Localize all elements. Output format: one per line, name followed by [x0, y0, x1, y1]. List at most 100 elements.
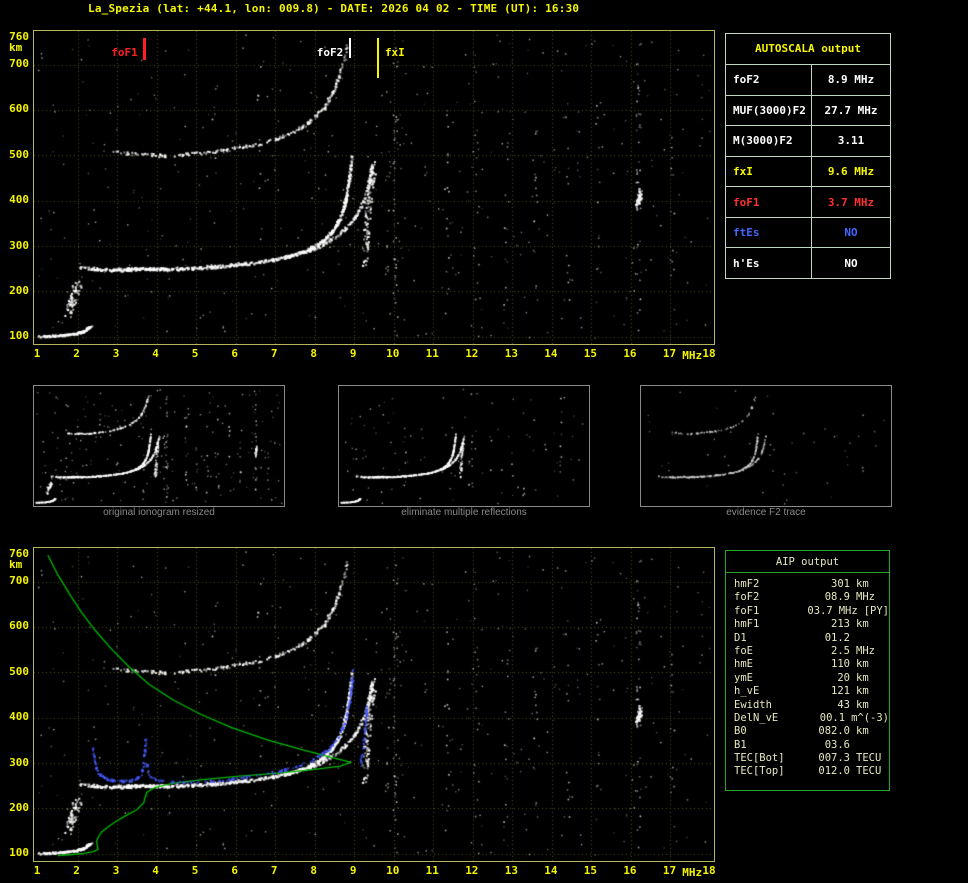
- aip-row-hmE: hmE110km: [734, 658, 889, 671]
- aip-row-hmF2: hmF2301km: [734, 578, 889, 591]
- aip-row-foF1: foF103.7MHz[PY]: [734, 605, 889, 618]
- aip-row-Ewidth: Ewidth43 km: [734, 699, 889, 712]
- aip-row-unit: km: [856, 672, 869, 685]
- x-tick-label: 12: [465, 347, 478, 360]
- x-tick-label: 3: [113, 347, 120, 360]
- autoscala-row-value: NO: [812, 218, 890, 248]
- marker-line-foF1: [143, 38, 146, 60]
- x-tick-label: 15: [584, 347, 597, 360]
- aip-row-unit: km: [856, 658, 869, 671]
- x-tick-label: 16: [623, 347, 636, 360]
- y-tick-label: 760: [9, 30, 29, 43]
- thumbnail-f2-trace: [640, 385, 892, 507]
- aip-row-D1: D101.2: [734, 632, 889, 645]
- aip-row-value: 01.2: [792, 632, 850, 645]
- y-tick-label: 100: [9, 329, 29, 342]
- aip-row-value: 007.3: [792, 752, 850, 765]
- x-tick-label: 9: [350, 347, 357, 360]
- aip-row-label: foF1: [734, 605, 783, 618]
- y-tick-label: 200: [9, 284, 29, 297]
- y-tick-label: 700: [9, 574, 29, 587]
- x-tick-label: 7: [271, 347, 278, 360]
- autoscala-row-value: 27.7 MHz: [812, 96, 890, 126]
- aip-row-value: 08.9: [792, 591, 850, 604]
- autoscala-table-rows: foF28.9 MHzMUF(3000)F227.7 MHzM(3000)F23…: [726, 65, 890, 278]
- station-date-header: La_Spezia (lat: +44.1, lon: 009.8) - DAT…: [88, 2, 579, 15]
- thumbnail-caption-f2: evidence F2 trace: [640, 507, 892, 518]
- x-axis-bottom: 123456789101112131415161718MHz: [33, 864, 728, 878]
- aip-row-value: 301: [792, 578, 850, 591]
- x-tick-label: 5: [192, 864, 199, 877]
- aip-row-label: hmF2: [734, 578, 792, 591]
- autoscala-row-ftEs: ftEsNO: [726, 217, 890, 248]
- y-axis-unit-label: km: [9, 558, 22, 571]
- y-tick-label: 500: [9, 148, 29, 161]
- y-tick-label: 200: [9, 801, 29, 814]
- aip-row-label: ymE: [734, 672, 792, 685]
- autoscala-row-value: 3.11: [812, 126, 890, 156]
- aip-row-foE: foE2.5MHz: [734, 645, 889, 658]
- aip-row-value: 082.0: [792, 725, 850, 738]
- ionogram-top-canvas: [34, 31, 714, 344]
- y-tick-label: 500: [9, 665, 29, 678]
- aip-row-hmF1: hmF1213km: [734, 618, 889, 631]
- aip-row-label: foF2: [734, 591, 792, 604]
- x-tick-label: 2: [73, 347, 80, 360]
- thumbnail-eliminate-reflections: [338, 385, 590, 507]
- x-tick-label: 9: [350, 864, 357, 877]
- ionogram-bottom-canvas: [34, 548, 714, 861]
- aip-row-unit: m^(-3): [851, 712, 889, 725]
- thumbnail-eliminate-canvas: [339, 386, 589, 506]
- aip-row-value: 20: [792, 672, 850, 685]
- aip-row-label: B1: [734, 739, 792, 752]
- autoscala-row-value: 8.9 MHz: [812, 65, 890, 95]
- aip-row-label: Ewidth: [734, 699, 792, 712]
- marker-label-fxI: fxI: [385, 46, 405, 59]
- aip-row-value: 110: [792, 658, 850, 671]
- aip-row-ymE: ymE20 km: [734, 672, 889, 685]
- y-tick-label: 300: [9, 756, 29, 769]
- aip-row-unit: MHz: [856, 645, 875, 658]
- thumbnail-original-ionogram: [33, 385, 285, 507]
- x-tick-label: 6: [231, 864, 238, 877]
- autoscala-window: La_Spezia (lat: +44.1, lon: 009.8) - DAT…: [0, 0, 968, 883]
- aip-row-label: DelN_vE: [734, 712, 790, 725]
- x-tick-label: 18: [702, 347, 715, 360]
- autoscala-row-M(3000)F2: M(3000)F23.11: [726, 125, 890, 156]
- aip-row-value: 43: [792, 699, 850, 712]
- x-tick-label: 12: [465, 864, 478, 877]
- aip-row-label: TEC[Bot]: [734, 752, 792, 765]
- aip-row-label: B0: [734, 725, 792, 738]
- ionogram-plot-top: foF1foF2fxI: [33, 30, 715, 345]
- x-tick-label: 10: [386, 864, 399, 877]
- aip-row-unit: km: [856, 685, 869, 698]
- aip-row-unit: km: [856, 618, 869, 631]
- aip-row-unit: TECU: [856, 752, 881, 765]
- aip-row-value: 03.6: [792, 739, 850, 752]
- x-tick-label: 14: [544, 864, 557, 877]
- aip-row-B0: B0082.0km: [734, 725, 889, 738]
- thumbnail-caption-eliminate: eliminate multiple reflections: [338, 507, 590, 518]
- autoscala-row-label: h'Es: [726, 248, 812, 278]
- x-tick-label: 4: [152, 864, 159, 877]
- y-tick-label: 300: [9, 239, 29, 252]
- autoscala-row-label: M(3000)F2: [726, 126, 812, 156]
- aip-row-unit: TECU: [856, 765, 881, 778]
- x-tick-label: 16: [623, 864, 636, 877]
- autoscala-row-label: foF1: [726, 187, 812, 217]
- y-tick-label: 600: [9, 619, 29, 632]
- x-tick-label: 6: [231, 347, 238, 360]
- thumbnail-caption-original: original ionogram resized: [33, 507, 285, 518]
- autoscala-table-title: AUTOSCALA output: [726, 34, 890, 65]
- x-tick-label: 8: [310, 347, 317, 360]
- aip-row-value: 2.5: [792, 645, 850, 658]
- x-tick-label: 17: [663, 864, 676, 877]
- aip-row-value: 00.1: [790, 712, 846, 725]
- x-tick-label: 3: [113, 864, 120, 877]
- aip-row-label: h_vE: [734, 685, 792, 698]
- aip-row-unit: km: [856, 699, 869, 712]
- autoscala-row-value: NO: [812, 248, 890, 278]
- x-tick-label: 11: [426, 347, 439, 360]
- x-tick-label: 15: [584, 864, 597, 877]
- marker-line-foF2: [349, 38, 351, 58]
